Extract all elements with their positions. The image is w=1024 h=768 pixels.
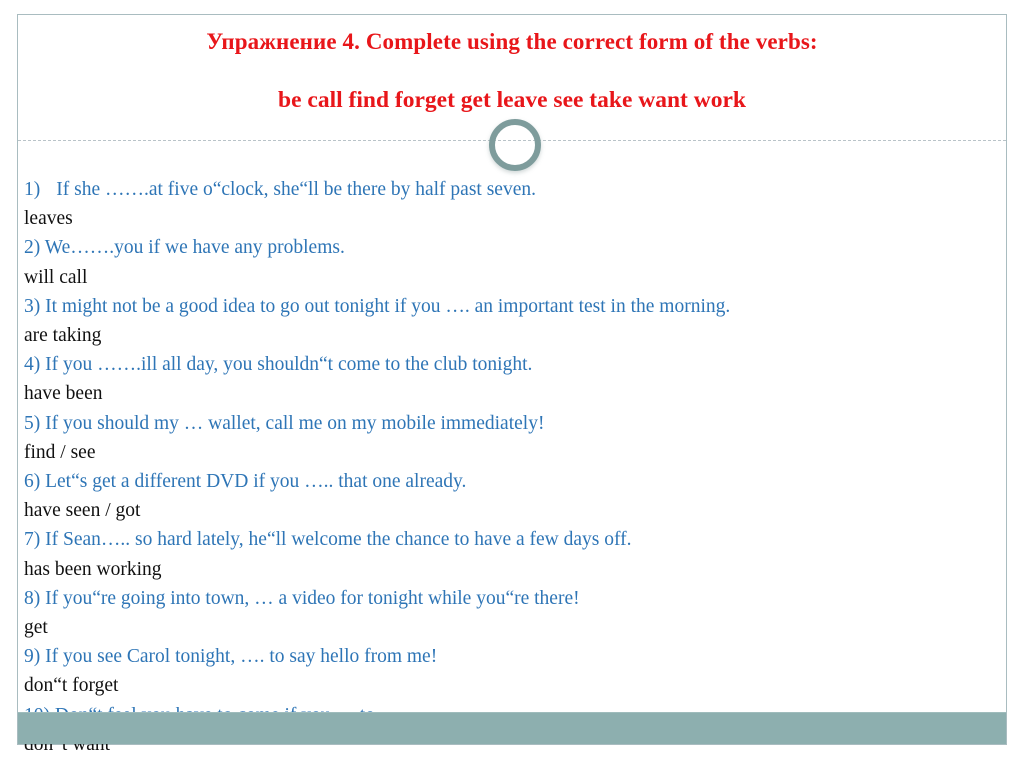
exercise-question-line: 4) If you …….ill all day, you shouldn“t … <box>24 354 533 376</box>
exercise-question-line: 3) It might not be a good idea to go out… <box>24 295 731 317</box>
exercise-answer-line: have seen / got <box>24 500 141 522</box>
exercise-question-line: 2) We…….you if we have any problems. <box>24 237 345 259</box>
exercise-answer-line: are taking <box>24 325 102 347</box>
exercise-answer-line: have been <box>24 383 103 405</box>
exercise-question-line: 8) If you“re going into town, … a video … <box>24 587 580 609</box>
exercise-list: 1) If she …….at five o“clock, she“ll be t… <box>24 175 1000 759</box>
ring-ornament-icon <box>489 119 541 171</box>
exercise-line-text: If she …….at five o“clock, she“ll be the… <box>56 179 536 200</box>
exercise-item-number: 1) <box>24 179 41 200</box>
exercise-title: Упражнение 4. Complete using the correct… <box>206 29 818 54</box>
exercise-question-line: 1) If she …….at five o“clock, she“ll be t… <box>24 175 1000 204</box>
exercise-answer-line: will call <box>24 266 88 288</box>
exercise-answer-line: has been working <box>24 558 162 580</box>
exercise-answer-line: get <box>24 617 48 639</box>
verb-bank: be call find forget get leave see take w… <box>278 87 746 113</box>
exercise-answer-line: don“t forget <box>24 675 119 697</box>
exercise-question-line: 9) If you see Carol tonight, …. to say h… <box>24 646 438 668</box>
exercise-question-line: 5) If you should my … wallet, call me on… <box>24 412 545 434</box>
exercise-answer-line: leaves <box>24 208 73 230</box>
slide-canvas: Упражнение 4. Complete using the correct… <box>17 14 1007 755</box>
exercise-answer-line: find / see <box>24 441 96 463</box>
exercise-question-line: 6) Let“s get a different DVD if you ….. … <box>24 471 467 493</box>
exercise-question-line: 7) If Sean….. so hard lately, he“ll welc… <box>24 529 632 551</box>
title-block: Упражнение 4. Complete using the correct… <box>18 27 1006 115</box>
footer-bar <box>18 712 1006 744</box>
